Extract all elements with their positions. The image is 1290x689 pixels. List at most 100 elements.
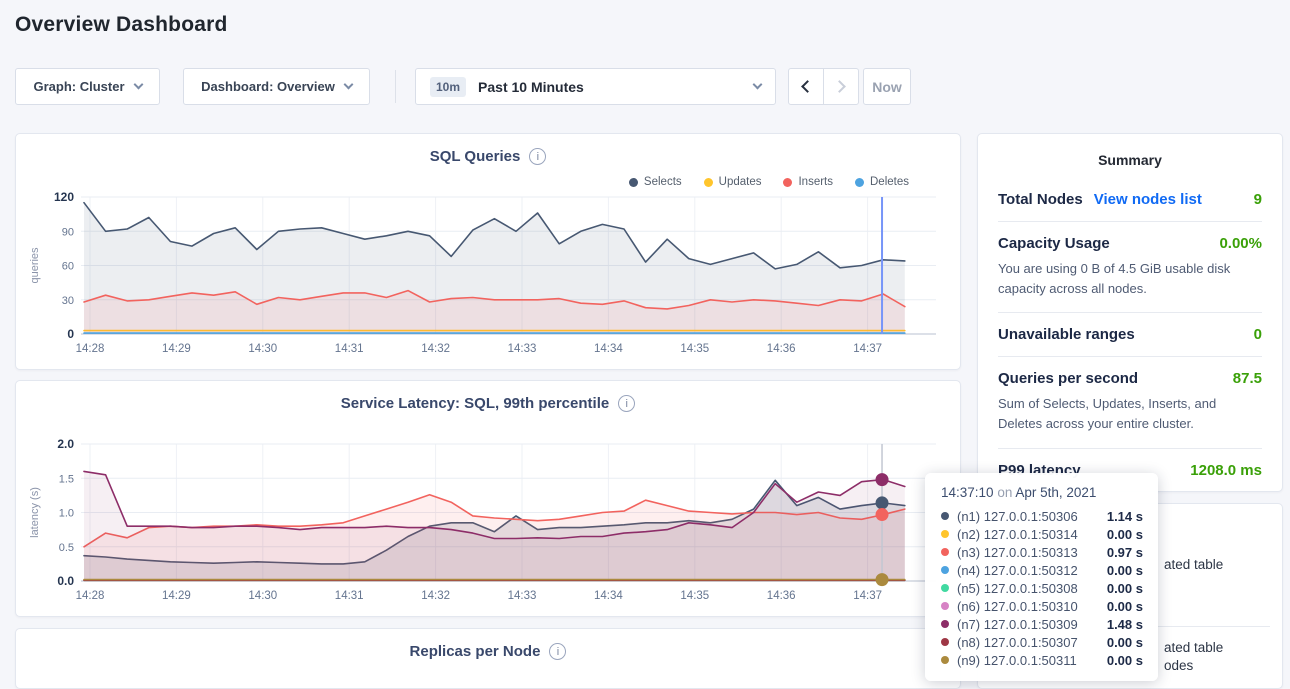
total-nodes-row: Total Nodes View nodes list 9 (998, 178, 1262, 222)
svg-text:1.0: 1.0 (59, 508, 74, 520)
now-button[interactable]: Now (863, 68, 911, 105)
tooltip-node-value: 0.00 s (1107, 527, 1143, 542)
service-latency-chart[interactable]: 14:2814:2914:3014:3114:3214:3314:3414:35… (16, 381, 961, 617)
replicas-per-node-panel: Replicas per Node i (15, 628, 961, 689)
unavailable-ranges-value: 0 (1254, 326, 1262, 343)
tooltip-node-label: (n1) 127.0.0.1:50306 (957, 509, 1078, 524)
dashboard-dropdown[interactable]: Dashboard: Overview (183, 68, 370, 105)
svg-text:14:36: 14:36 (767, 590, 796, 602)
chevron-right-icon (833, 80, 846, 93)
tooltip-node-row: (n3) 127.0.0.1:503130.97 s (941, 543, 1143, 561)
total-nodes-value: 9 (1254, 191, 1262, 208)
graph-dropdown[interactable]: Graph: Cluster (15, 68, 160, 105)
node-series-dot-icon (941, 530, 949, 538)
svg-text:14:30: 14:30 (248, 343, 277, 355)
info-icon[interactable]: i (529, 148, 546, 165)
svg-text:30: 30 (62, 295, 74, 307)
tooltip-node-label: (n4) 127.0.0.1:50312 (957, 563, 1078, 578)
chevron-down-icon (343, 80, 353, 90)
capacity-usage-row: Capacity Usage 0.00% You are using 0 B o… (998, 222, 1262, 313)
overview-dashboard-page: Overview Dashboard Graph: Cluster Dashbo… (0, 0, 1290, 689)
node-series-dot-icon (941, 548, 949, 556)
node-series-dot-icon (941, 602, 949, 610)
node-series-dot-icon (941, 638, 949, 646)
svg-text:0.5: 0.5 (59, 542, 74, 554)
controls-divider (395, 70, 396, 103)
svg-text:14:35: 14:35 (680, 343, 709, 355)
service-latency-panel: Service Latency: SQL, 99th percentile i … (15, 380, 961, 617)
event-item-fragment: ated table (1164, 557, 1223, 572)
tooltip-node-label: (n6) 127.0.0.1:50310 (957, 599, 1078, 614)
svg-text:1.5: 1.5 (59, 473, 74, 485)
svg-text:14:32: 14:32 (421, 343, 450, 355)
svg-text:14:34: 14:34 (594, 590, 623, 602)
sql-queries-title: SQL Queries (430, 148, 521, 165)
queries-per-second-desc: Sum of Selects, Updates, Inserts, and De… (998, 394, 1262, 434)
svg-text:14:28: 14:28 (76, 343, 105, 355)
legend-item-updates[interactable]: Updates (704, 176, 762, 188)
time-next-button[interactable] (823, 68, 859, 105)
tooltip-node-label: (n9) 127.0.0.1:50311 (957, 653, 1077, 668)
svg-text:120: 120 (54, 190, 74, 204)
tooltip-node-label: (n5) 127.0.0.1:50308 (957, 581, 1078, 596)
chevron-down-icon (753, 80, 763, 90)
svg-text:14:31: 14:31 (335, 590, 364, 602)
tooltip-node-row: (n8) 127.0.0.1:503070.00 s (941, 633, 1143, 651)
tooltip-node-value: 0.00 s (1107, 653, 1143, 668)
tooltip-node-row: (n1) 127.0.0.1:50306 1.14 s (941, 507, 1143, 525)
event-item-fragment: odes (1164, 658, 1193, 673)
p99-latency-value: 1208.0 ms (1190, 462, 1262, 479)
node-series-dot-icon (941, 566, 949, 574)
chevron-down-icon (133, 80, 143, 90)
tooltip-timestamp: 14:37:10 on Apr 5th, 2021 (941, 485, 1143, 500)
svg-text:14:37: 14:37 (853, 590, 882, 602)
selects-dot-icon (629, 178, 638, 187)
tooltip-node-value: 0.00 s (1107, 581, 1143, 596)
svg-text:queries: queries (29, 247, 41, 284)
tooltip-node-row: (n4) 127.0.0.1:50312 0.00 s (941, 561, 1143, 579)
updates-dot-icon (704, 178, 713, 187)
sql-queries-legend: Selects Updates Inserts Deletes (629, 176, 909, 188)
event-item-fragment: ated table (1164, 640, 1223, 655)
svg-text:14:36: 14:36 (767, 343, 796, 355)
tooltip-node-row: (n5) 127.0.0.1:50308 0.00 s (941, 579, 1143, 597)
svg-text:14:34: 14:34 (594, 343, 623, 355)
view-nodes-list-link[interactable]: View nodes list (1094, 191, 1202, 208)
time-range-badge: 10m (430, 77, 466, 97)
svg-text:14:31: 14:31 (335, 343, 364, 355)
time-range-selector[interactable]: 10m Past 10 Minutes (415, 68, 776, 105)
tooltip-node-label: (n2) 127.0.0.1:50314 (957, 527, 1078, 542)
summary-title: Summary (998, 152, 1262, 168)
unavailable-ranges-label: Unavailable ranges (998, 326, 1135, 343)
svg-text:14:37: 14:37 (853, 343, 882, 355)
svg-text:14:29: 14:29 (162, 343, 191, 355)
inserts-dot-icon (783, 178, 792, 187)
time-range-label: Past 10 Minutes (478, 79, 584, 95)
svg-text:14:29: 14:29 (162, 590, 191, 602)
node-series-dot-icon (941, 656, 949, 664)
legend-item-deletes[interactable]: Deletes (855, 176, 909, 188)
svg-text:90: 90 (62, 226, 74, 238)
info-icon[interactable]: i (618, 395, 635, 412)
summary-panel: Summary Total Nodes View nodes list 9 Ca… (977, 133, 1283, 492)
time-prev-button[interactable] (788, 68, 824, 105)
legend-item-inserts[interactable]: Inserts (783, 176, 833, 188)
tooltip-node-row: (n2) 127.0.0.1:50314 0.00 s (941, 525, 1143, 543)
queries-per-second-label: Queries per second (998, 370, 1138, 387)
graph-dropdown-label: Graph: Cluster (33, 79, 124, 94)
tooltip-node-value: 1.14 s (1107, 509, 1143, 524)
tooltip-node-label: (n8) 127.0.0.1:50307 (957, 635, 1078, 650)
node-series-dot-icon (941, 512, 949, 520)
svg-text:14:33: 14:33 (508, 343, 537, 355)
queries-per-second-row: Queries per second 87.5 Sum of Selects, … (998, 357, 1262, 448)
svg-text:0.0: 0.0 (57, 574, 74, 588)
sql-queries-chart[interactable]: 14:28 14:29 14:30 14:31 14:32 14:33 14:34 14:35… (16, 134, 961, 370)
chart-hover-tooltip: 14:37:10 on Apr 5th, 2021 (n1) 127.0.0.1… (925, 473, 1158, 681)
node-series-dot-icon (941, 584, 949, 592)
info-icon[interactable]: i (549, 643, 566, 660)
capacity-usage-desc: You are using 0 B of 4.5 GiB usable disk… (998, 259, 1262, 299)
svg-text:latency (s): latency (s) (29, 487, 41, 538)
tooltip-node-value: 0.00 s (1107, 563, 1143, 578)
legend-item-selects[interactable]: Selects (629, 176, 682, 188)
tooltip-node-label: (n7) 127.0.0.1:50309 (957, 617, 1078, 632)
